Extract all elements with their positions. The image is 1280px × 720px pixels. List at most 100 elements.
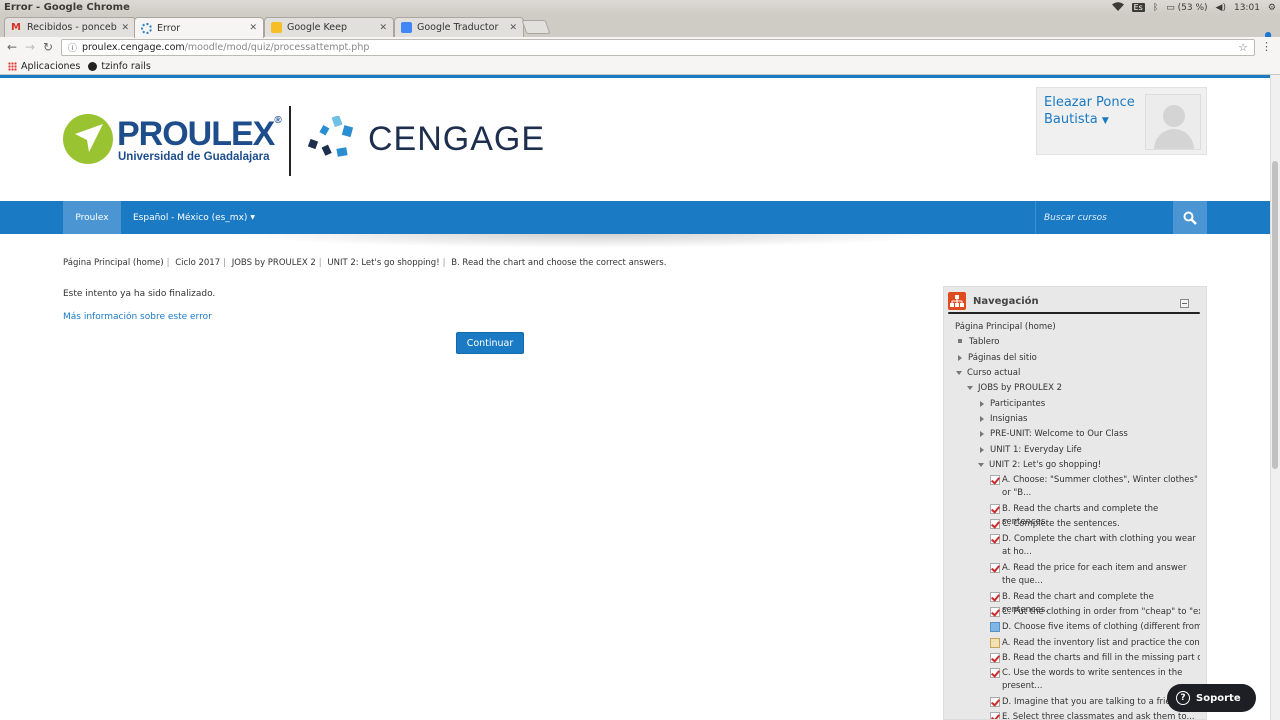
wifi-icon[interactable] — [1111, 1, 1124, 14]
nav-activity[interactable]: E. Select three classmates and ask them … — [990, 711, 1200, 719]
close-tab-icon[interactable]: ✕ — [379, 23, 387, 33]
more-info-link[interactable]: Más información sobre este error — [63, 312, 212, 322]
quiz-icon — [990, 697, 1000, 707]
continue-button[interactable]: Continuar — [456, 332, 524, 354]
close-tab-icon[interactable]: ✕ — [249, 23, 257, 33]
bookmark-star-icon[interactable]: ☆ — [1238, 41, 1248, 54]
language-menu[interactable]: Español - México (es_mx) ▼ — [133, 201, 255, 234]
navigation-header: Navegación — [944, 287, 1206, 314]
breadcrumb-item[interactable]: Ciclo 2017 — [175, 258, 220, 268]
nav-tablero[interactable]: Tablero — [955, 337, 1000, 347]
sitemap-icon — [948, 292, 966, 310]
navigation-title: Navegación — [973, 296, 1039, 307]
bullet-icon — [958, 339, 962, 343]
forward-arrow-icon[interactable]: → — [25, 40, 35, 54]
clock[interactable]: 13:01 — [1234, 3, 1260, 13]
settings-gear-icon[interactable]: ⚙ — [1268, 3, 1276, 13]
keyboard-layout-indicator[interactable]: Es — [1131, 3, 1145, 12]
nav-activity[interactable]: C. Complete the sentences. — [990, 518, 1200, 531]
nav-activity[interactable]: B. Read the chart and complete the sente… — [990, 591, 1200, 615]
new-tab-button[interactable] — [521, 20, 551, 34]
logo-divider — [289, 106, 291, 176]
window-title: Error - Google Chrome — [4, 2, 130, 13]
reload-icon[interactable]: ↻ — [43, 40, 53, 54]
caret-down-icon: ▼ — [250, 214, 256, 221]
search-button[interactable] — [1173, 201, 1207, 234]
tab-gmail[interactable]: M Recibidos - poncebe ✕ — [4, 17, 136, 37]
nav-pre-unit[interactable]: PRE-UNIT: Welcome to Our Class — [980, 429, 1128, 439]
collapse-block-icon[interactable] — [1180, 299, 1189, 308]
url-path: /moodle/mod/quiz/processattempt.php — [184, 42, 370, 53]
nav-curso-actual[interactable]: Curso actual — [956, 368, 1020, 378]
proulex-logo[interactable]: PROULEX® Universidad de Guadalajara — [63, 114, 283, 174]
bookmark-apps[interactable]: Aplicaciones — [8, 61, 80, 72]
navigation-block: Navegación Página Principal (home) Table… — [943, 286, 1207, 720]
scroll-thumb[interactable] — [1272, 161, 1278, 469]
support-label: Soporte — [1196, 692, 1241, 704]
nav-activity[interactable]: A. Read the inventory list and practice … — [990, 637, 1200, 650]
tab-error[interactable]: Error ✕ — [134, 17, 264, 38]
nav-activity[interactable]: C. Use the words to write sentences in t… — [990, 667, 1200, 692]
lesson-icon — [990, 638, 1000, 648]
error-message: Este intento ya ha sido finalizado. — [63, 289, 216, 299]
nav-unit-1[interactable]: UNIT 1: Everyday Life — [980, 445, 1082, 455]
nav-activity[interactable]: A. Read the price for each item and answ… — [990, 562, 1200, 587]
quiz-icon — [990, 519, 1000, 529]
quiz-icon — [990, 592, 1000, 602]
nav-activity[interactable]: B. Read the charts and complete the sent… — [990, 503, 1200, 527]
support-button[interactable]: ? Soporte — [1167, 684, 1256, 712]
page-info-icon[interactable]: ⓘ — [68, 41, 77, 54]
course-search-input[interactable]: Buscar cursos — [1035, 201, 1173, 234]
nav-paginas-del-sitio[interactable]: Páginas del sitio — [958, 353, 1037, 363]
proulex-logo-mark — [63, 114, 113, 164]
search-icon — [1183, 211, 1197, 225]
os-title-bar: Error - Google Chrome Es ᛒ ▭ (53 %) ◀) 1… — [0, 0, 1280, 15]
page-scrollbar[interactable] — [1270, 75, 1280, 720]
keep-icon — [271, 22, 282, 33]
navbar-shadow — [230, 234, 950, 248]
nav-unit-2[interactable]: UNIT 2: Let's go shopping! — [978, 460, 1101, 470]
nav-activity[interactable]: A. Choose: "Summer clothes", Winter clot… — [990, 474, 1200, 499]
close-tab-icon[interactable]: ✕ — [121, 23, 129, 33]
nav-proulex-home[interactable]: Proulex — [63, 201, 121, 234]
help-icon: ? — [1176, 691, 1190, 705]
header-underline — [948, 312, 1200, 314]
tab-google-translate[interactable]: Google Traductor ✕ — [394, 17, 524, 37]
nav-home[interactable]: Página Principal (home) — [955, 322, 1056, 332]
nav-participantes[interactable]: Participantes — [980, 399, 1045, 409]
close-tab-icon[interactable]: ✕ — [509, 23, 517, 33]
tab-google-keep[interactable]: Google Keep ✕ — [264, 17, 394, 37]
user-menu[interactable]: Eleazar Ponce Bautista ▼ — [1036, 87, 1207, 155]
nav-activity[interactable]: C. Put the clothing in order from "cheap… — [990, 606, 1200, 619]
quiz-icon — [990, 712, 1000, 719]
quiz-icon — [990, 563, 1000, 573]
tab-label: Google Traductor — [417, 22, 499, 33]
nav-activity[interactable]: D. Complete the chart with clothing you … — [990, 533, 1200, 558]
nav-course[interactable]: JOBS by PROULEX 2 — [967, 383, 1062, 393]
battery-indicator[interactable]: ▭ (53 %) — [1166, 3, 1207, 13]
bookmark-tzinfo[interactable]: tzinfo rails — [88, 61, 151, 72]
breadcrumb-item[interactable]: UNIT 2: Let's go shopping! — [327, 258, 439, 268]
breadcrumb-item[interactable]: Página Principal (home) — [63, 258, 164, 268]
volume-icon[interactable]: ◀) — [1216, 3, 1226, 13]
collapse-arrow-icon — [967, 385, 973, 390]
address-bar[interactable]: ⓘ proulex.cengage.com/moodle/mod/quiz/pr… — [61, 39, 1255, 56]
tab-strip: M Recibidos - poncebe ✕ Error ✕ Google K… — [0, 15, 1280, 43]
avatar[interactable] — [1145, 94, 1201, 150]
expand-arrow-icon — [980, 415, 984, 422]
nav-activity[interactable]: D. Choose five items of clothing (differ… — [990, 621, 1200, 634]
back-arrow-icon[interactable]: ← — [7, 40, 17, 54]
bluetooth-icon[interactable]: ᛒ — [1153, 3, 1158, 13]
proulex-subtitle: Universidad de Guadalajara — [118, 151, 270, 163]
nav-insignias[interactable]: Insignias — [980, 414, 1027, 424]
loading-icon — [141, 22, 152, 34]
breadcrumb-item[interactable]: JOBS by PROULEX 2 — [232, 258, 316, 268]
quiz-icon — [990, 607, 1000, 617]
user-name[interactable]: Eleazar Ponce Bautista ▼ — [1044, 94, 1144, 130]
github-icon — [88, 61, 98, 71]
quiz-icon — [990, 475, 1000, 485]
chrome-menu-icon[interactable]: ⋮ — [1261, 40, 1272, 53]
nav-activity[interactable]: B. Read the charts and fill in the missi… — [990, 652, 1200, 665]
breadcrumb-item[interactable]: B. Read the chart and choose the correct… — [451, 258, 666, 268]
collapse-arrow-icon — [978, 462, 984, 467]
